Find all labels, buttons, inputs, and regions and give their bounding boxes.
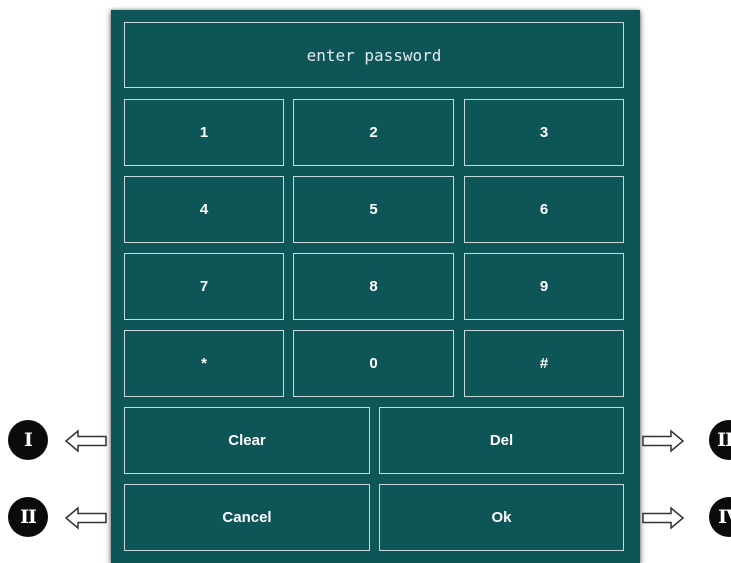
key-3-button[interactable]: 3 (464, 99, 624, 166)
password-input[interactable]: enter password (124, 22, 624, 88)
key-1-button[interactable]: 1 (124, 99, 284, 166)
delete-button[interactable]: Del (379, 407, 624, 474)
ok-button[interactable]: Ok (379, 484, 624, 551)
key-5-button[interactable]: 5 (293, 176, 454, 243)
annotation-badge-4: IV (709, 497, 731, 537)
key-hash-button[interactable]: # (464, 330, 624, 397)
stage: enter password 1 2 3 4 5 6 7 8 9 * 0 # C… (0, 0, 731, 563)
annotation-badge-3: III (709, 420, 731, 460)
arrow-right-icon (642, 429, 685, 453)
key-2-button[interactable]: 2 (293, 99, 454, 166)
key-star-button[interactable]: * (124, 330, 284, 397)
key-9-button[interactable]: 9 (464, 253, 624, 320)
clear-button[interactable]: Clear (124, 407, 370, 474)
arrow-right-icon (642, 506, 685, 530)
arrow-left-icon (64, 429, 107, 453)
password-keypad-dialog: enter password 1 2 3 4 5 6 7 8 9 * 0 # C… (111, 10, 640, 563)
key-0-button[interactable]: 0 (293, 330, 454, 397)
arrow-left-icon (64, 506, 107, 530)
key-8-button[interactable]: 8 (293, 253, 454, 320)
annotation-badge-1: I (8, 420, 48, 460)
key-7-button[interactable]: 7 (124, 253, 284, 320)
key-6-button[interactable]: 6 (464, 176, 624, 243)
annotation-badge-2: II (8, 497, 48, 537)
key-4-button[interactable]: 4 (124, 176, 284, 243)
cancel-button[interactable]: Cancel (124, 484, 370, 551)
